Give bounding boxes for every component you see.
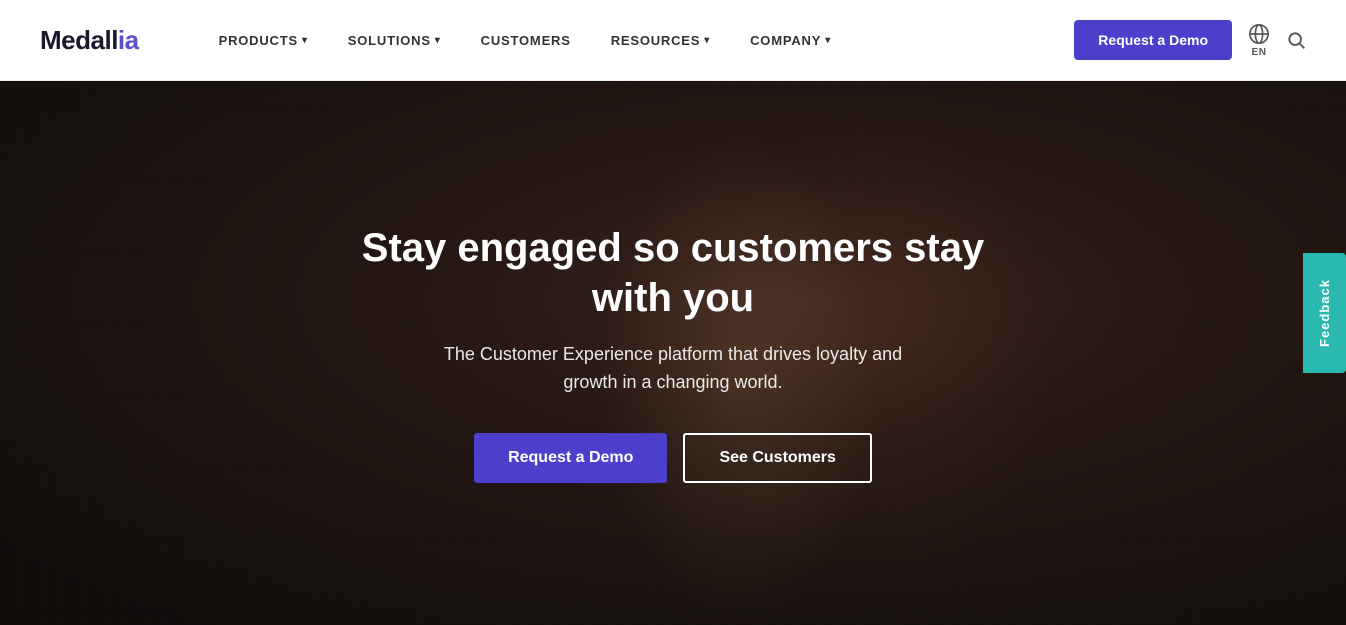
- nav-item-customers[interactable]: CUSTOMERS: [461, 0, 591, 81]
- hero-content: Stay engaged so customers stay with you …: [313, 203, 1033, 503]
- hero-section: Stay engaged so customers stay with you …: [0, 81, 1346, 625]
- language-selector[interactable]: EN: [1248, 23, 1270, 58]
- nav-item-company[interactable]: COMPANY ▾: [730, 0, 851, 81]
- nav-item-solutions[interactable]: SOLUTIONS ▾: [328, 0, 461, 81]
- search-icon: [1286, 30, 1306, 50]
- nav-item-resources[interactable]: RESOURCES ▾: [591, 0, 730, 81]
- nav-links: PRODUCTS ▾ SOLUTIONS ▾ CUSTOMERS RESOURC…: [199, 0, 851, 81]
- chevron-down-icon: ▾: [302, 35, 308, 46]
- hero-buttons: Request a Demo See Customers: [333, 433, 1013, 483]
- hero-request-demo-button[interactable]: Request a Demo: [474, 433, 667, 483]
- search-button[interactable]: [1286, 30, 1306, 50]
- globe-icon: [1248, 23, 1270, 45]
- navbar: Medallia PRODUCTS ▾ SOLUTIONS ▾ CUSTOMER…: [0, 0, 1346, 81]
- feedback-tab[interactable]: Feedback: [1303, 253, 1346, 373]
- chevron-down-icon: ▾: [435, 35, 441, 46]
- chevron-down-icon: ▾: [825, 35, 831, 46]
- hero-see-customers-button[interactable]: See Customers: [683, 433, 872, 483]
- feedback-button[interactable]: Feedback: [1303, 253, 1346, 373]
- hero-subtitle: The Customer Experience platform that dr…: [333, 341, 1013, 397]
- chevron-down-icon: ▾: [704, 35, 710, 46]
- brand-logo[interactable]: Medallia: [40, 25, 139, 56]
- nav-item-products[interactable]: PRODUCTS ▾: [199, 0, 328, 81]
- hero-title: Stay engaged so customers stay with you: [333, 223, 1013, 323]
- request-demo-button[interactable]: Request a Demo: [1074, 20, 1232, 60]
- navbar-actions: Request a Demo EN: [1074, 20, 1306, 60]
